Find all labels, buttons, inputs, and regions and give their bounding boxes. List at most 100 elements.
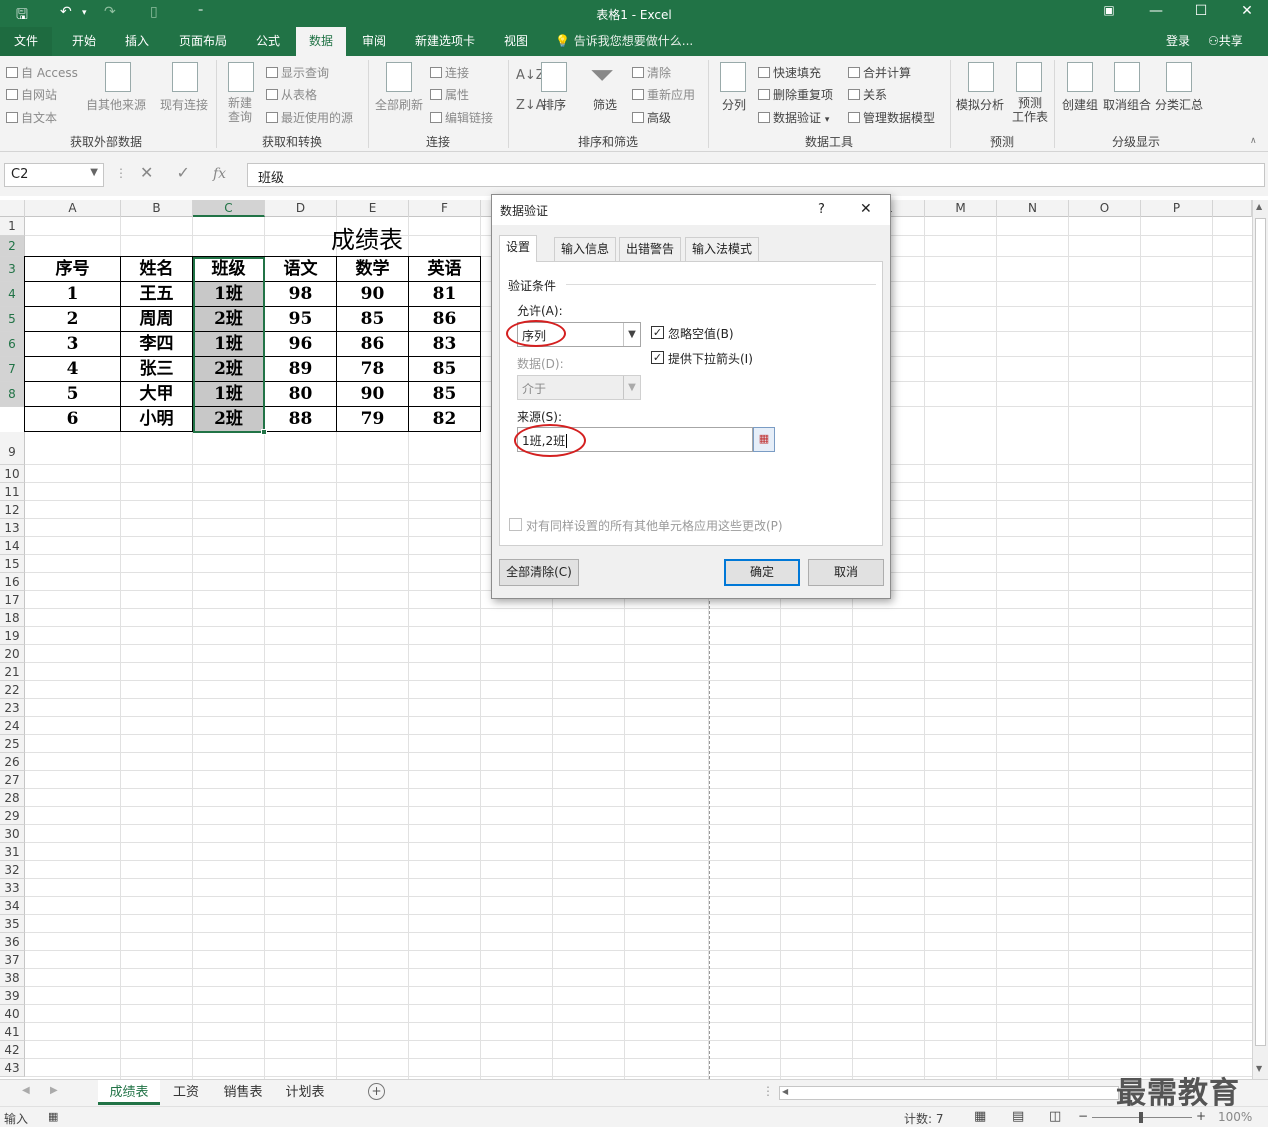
row-header[interactable]: 15 (0, 555, 25, 573)
row-header[interactable]: 30 (0, 825, 25, 843)
header-cell[interactable]: 序号 (25, 257, 121, 282)
table-cell[interactable]: 90 (337, 382, 409, 407)
collapse-ribbon-icon[interactable]: ∧ (1250, 136, 1257, 146)
table-cell[interactable]: 86 (337, 332, 409, 357)
zoom-level[interactable]: 100% (1218, 1110, 1252, 1124)
next-sheet-icon[interactable]: ▶ (50, 1085, 58, 1096)
table-cell[interactable]: 85 (337, 307, 409, 332)
name-box[interactable]: C2 ▼ (4, 163, 104, 187)
tab-split-grip-icon[interactable]: ⋮ (762, 1084, 774, 1098)
row-header[interactable]: 38 (0, 969, 25, 987)
table-cell[interactable]: 86 (409, 307, 481, 332)
row-header[interactable]: 43 (0, 1059, 25, 1077)
ignore-blank-checkbox[interactable]: ✓ (651, 326, 664, 339)
row-header[interactable]: 40 (0, 1005, 25, 1023)
tab-settings[interactable]: 设置 (499, 235, 538, 262)
vertical-scrollbar[interactable]: ▲ ▼ (1252, 200, 1268, 1079)
table-cell[interactable]: 83 (409, 332, 481, 357)
from-web-button[interactable]: 自网站 (6, 86, 57, 103)
row-header[interactable]: 25 (0, 735, 25, 753)
table-cell[interactable]: 大甲 (121, 382, 193, 407)
zoom-slider-thumb[interactable] (1139, 1112, 1143, 1123)
ignore-blank-label[interactable]: 忽略空值(B) (668, 325, 734, 342)
row-header[interactable]: 12 (0, 501, 25, 519)
header-cell[interactable]: 班级 (193, 257, 265, 282)
prev-sheet-icon[interactable]: ◀ (22, 1085, 30, 1096)
sheet-tab-sales[interactable]: 销售表 (212, 1080, 274, 1105)
scroll-down-icon[interactable]: ▼ (1256, 1064, 1262, 1073)
table-cell[interactable]: 李四 (121, 332, 193, 357)
row-header[interactable]: 42 (0, 1041, 25, 1059)
tab-home[interactable]: 开始 (60, 27, 108, 56)
formula-input[interactable]: 班级 (247, 163, 1265, 187)
table-cell[interactable]: 95 (265, 307, 337, 332)
row-header[interactable]: 27 (0, 771, 25, 789)
minimize-icon[interactable]: — (1141, 3, 1171, 19)
clear-all-button[interactable]: 全部清除(C) (499, 559, 579, 586)
column-header-p[interactable]: P (1141, 200, 1213, 217)
row-header[interactable]: 33 (0, 879, 25, 897)
new-query-button[interactable]: 新建 查询 (228, 96, 252, 124)
row-header[interactable]: 16 (0, 573, 25, 591)
row-header[interactable]: 14 (0, 537, 25, 555)
consolidate-button[interactable]: 合并计算 (848, 64, 911, 81)
tab-review[interactable]: 审阅 (351, 27, 397, 56)
column-header-c[interactable]: C (193, 200, 265, 217)
table-cell[interactable]: 1班 (193, 282, 265, 307)
row-header[interactable]: 28 (0, 789, 25, 807)
table-cell[interactable]: 82 (409, 407, 481, 432)
row-header[interactable]: 7 (0, 357, 25, 382)
row-header[interactable]: 10 (0, 465, 25, 483)
row-header[interactable]: 41 (0, 1023, 25, 1041)
tab-data[interactable]: 数据 (296, 27, 346, 56)
tab-ime-mode[interactable]: 输入法模式 (685, 237, 760, 261)
row-header[interactable]: 23 (0, 699, 25, 717)
row-header[interactable]: 2 (0, 236, 25, 257)
row-header[interactable]: 13 (0, 519, 25, 537)
from-table-button[interactable]: 从表格 (266, 86, 317, 103)
row-header[interactable]: 35 (0, 915, 25, 933)
maximize-icon[interactable]: ☐ (1186, 3, 1216, 19)
insert-function-icon[interactable]: fx (213, 166, 226, 182)
login-link[interactable]: 登录 (1166, 27, 1190, 56)
reapply-button[interactable]: 重新应用 (632, 86, 695, 103)
row-header[interactable]: 17 (0, 591, 25, 609)
macro-record-icon[interactable]: ▦ (48, 1110, 58, 1123)
scroll-left-icon[interactable]: ◀ (782, 1087, 788, 1096)
remove-duplicates-button[interactable]: 删除重复项 (758, 86, 833, 103)
row-header[interactable]: 21 (0, 663, 25, 681)
advanced-filter-button[interactable]: 高级 (632, 109, 671, 126)
in-cell-dropdown-checkbox[interactable]: ✓ (651, 351, 664, 364)
clear-filter-button[interactable]: 清除 (632, 64, 671, 81)
other-sources-button[interactable]: 自其他来源 (86, 96, 146, 113)
header-cell[interactable]: 数学 (337, 257, 409, 282)
column-header-d[interactable]: D (265, 200, 337, 217)
table-cell[interactable]: 6 (25, 407, 121, 432)
close-window-icon[interactable]: ✕ (1232, 3, 1262, 19)
tell-me-search[interactable]: 💡 告诉我您想要做什么... (555, 27, 693, 56)
what-if-button[interactable]: 模拟分析 (956, 96, 1004, 113)
table-cell[interactable]: 5 (25, 382, 121, 407)
table-cell[interactable]: 张三 (121, 357, 193, 382)
row-header[interactable]: 11 (0, 483, 25, 501)
data-validation-button[interactable]: 数据验证 ▾ (758, 109, 829, 126)
table-cell[interactable]: 88 (265, 407, 337, 432)
header-cell[interactable]: 英语 (409, 257, 481, 282)
table-cell[interactable]: 81 (409, 282, 481, 307)
table-cell[interactable]: 85 (409, 357, 481, 382)
relationships-button[interactable]: 关系 (848, 86, 887, 103)
range-select-icon[interactable]: ▦ (753, 427, 775, 452)
column-header-f[interactable]: F (409, 200, 481, 217)
column-header-e[interactable]: E (337, 200, 409, 217)
group-button[interactable]: 创建组 (1062, 96, 1098, 113)
row-header[interactable]: 24 (0, 717, 25, 735)
properties-button[interactable]: 属性 (430, 86, 469, 103)
row-header[interactable]: 31 (0, 843, 25, 861)
existing-connections-button[interactable]: 现有连接 (160, 96, 208, 113)
row-header[interactable]: 32 (0, 861, 25, 879)
table-cell[interactable]: 78 (337, 357, 409, 382)
table-cell[interactable]: 1班 (193, 382, 265, 407)
table-cell[interactable]: 85 (409, 382, 481, 407)
tab-page-layout[interactable]: 页面布局 (168, 27, 238, 56)
tab-view[interactable]: 视图 (493, 27, 539, 56)
